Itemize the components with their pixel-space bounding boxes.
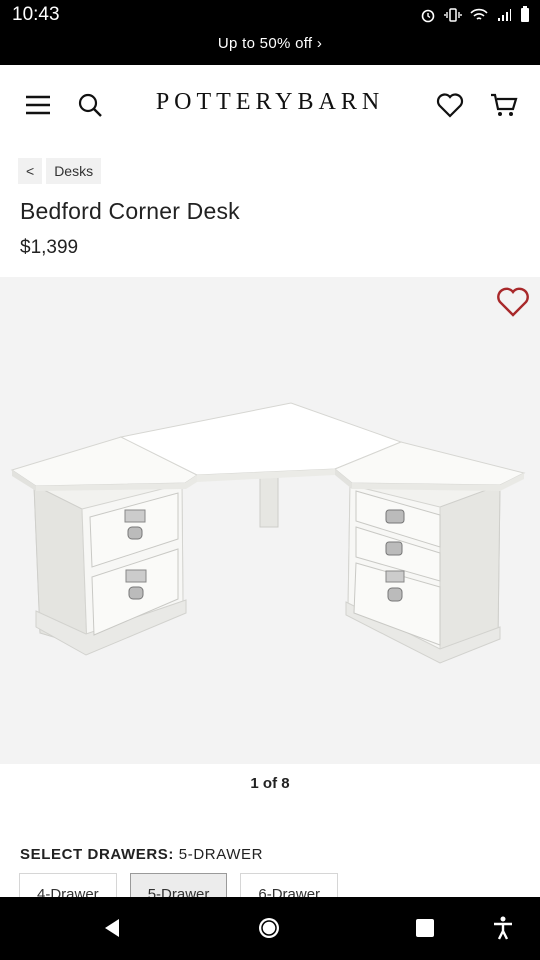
search-icon[interactable] xyxy=(72,87,108,123)
status-bar: 10:43 xyxy=(0,0,540,31)
heart-icon[interactable] xyxy=(432,87,468,123)
cart-icon[interactable] xyxy=(486,87,522,123)
site-header: POTTERYBARN xyxy=(0,65,540,143)
accessibility-icon[interactable] xyxy=(486,911,520,945)
home-icon[interactable] xyxy=(252,911,286,945)
system-nav-bar xyxy=(0,897,540,960)
signal-icon xyxy=(496,7,512,28)
vibrate-icon xyxy=(444,7,462,28)
favorite-heart-icon[interactable] xyxy=(496,287,532,323)
breadcrumb: < Desks xyxy=(18,158,102,184)
image-pager: 1 of 8 xyxy=(250,775,290,792)
status-time: 10:43 xyxy=(12,4,60,25)
product-title: Bedford Corner Desk xyxy=(20,198,240,224)
brand-logo[interactable]: POTTERYBARN xyxy=(150,89,390,116)
select-drawers-label: SELECT DRAWERS: 5-DRAWER xyxy=(20,846,263,863)
recents-icon[interactable] xyxy=(408,911,442,945)
breadcrumb-back-button[interactable]: < xyxy=(18,158,43,184)
select-drawers-title: SELECT DRAWERS: xyxy=(20,846,175,863)
breadcrumb-category-link[interactable]: Desks xyxy=(46,158,102,184)
product-price: $1,399 xyxy=(20,237,79,258)
back-icon[interactable] xyxy=(95,911,129,945)
promo-text[interactable]: Up to 50% off › xyxy=(218,35,322,52)
menu-icon[interactable] xyxy=(20,87,56,123)
alarm-icon xyxy=(420,7,436,28)
battery-icon xyxy=(520,6,530,28)
wifi-icon xyxy=(470,7,488,28)
selected-drawers-value: 5-DRAWER xyxy=(178,846,264,863)
status-icons xyxy=(420,6,530,28)
product-image-gallery[interactable] xyxy=(0,277,540,764)
promo-banner[interactable]: Up to 50% off › xyxy=(0,31,540,65)
product-image xyxy=(10,402,526,664)
